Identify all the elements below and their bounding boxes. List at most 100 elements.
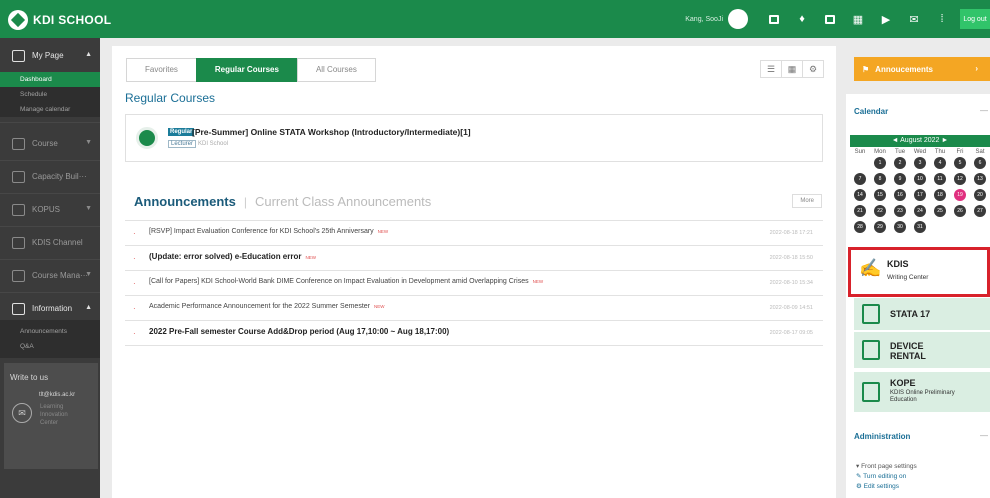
calendar-day[interactable]: 30 — [894, 221, 906, 233]
user-name[interactable]: Kang, SooJi — [685, 16, 723, 23]
logout-button[interactable]: Log out — [960, 9, 990, 29]
turn-editing-on-link[interactable]: ✎ Turn editing on — [856, 472, 906, 480]
announcement-title[interactable]: Academic Performance Announcement for th… — [149, 303, 385, 310]
calendar-month-nav[interactable]: ◄ August 2022 ► — [850, 135, 990, 147]
sidebar-subitem-announcements[interactable]: Announcements — [0, 324, 100, 339]
sidebar-item-course[interactable]: Course ▼ — [0, 128, 100, 159]
list-item[interactable]: · (Update: error solved) e-Education err… — [125, 246, 823, 271]
sidebar-item-my-page[interactable]: My Page ▲ — [0, 40, 100, 71]
bell-icon[interactable]: ♦ — [788, 0, 816, 38]
calendar-icon[interactable] — [760, 0, 788, 38]
grid-view-icon[interactable]: ▦ — [781, 60, 803, 78]
tab-announcements[interactable]: Announcements — [134, 194, 236, 209]
bullet-icon: · — [133, 254, 136, 263]
more-button[interactable]: More — [792, 194, 822, 208]
lecturer-name: KDI School — [198, 141, 229, 147]
video-icon[interactable]: ▶ — [872, 0, 900, 38]
calendar-day[interactable]: 3 — [914, 157, 926, 169]
sidebar-item-capacity-building[interactable]: Capacity Buil··· — [0, 161, 100, 192]
mail-icon[interactable]: ✉ — [900, 0, 928, 38]
calendar-day[interactable]: 10 — [914, 173, 926, 185]
device-rental-tile[interactable]: DEVICE RENTAL — [854, 332, 990, 368]
calendar-day[interactable]: 14 — [854, 189, 866, 201]
apps-grid-icon[interactable]: ⁞ — [928, 0, 956, 38]
sidebar-item-kdis-channel[interactable]: KDIS Channel — [0, 227, 100, 258]
list-item[interactable]: · [Call for Papers] KDI School-World Ban… — [125, 271, 823, 296]
book-icon[interactable]: ▦ — [844, 0, 872, 38]
calendar-day[interactable]: 25 — [934, 205, 946, 217]
tab-favorites[interactable]: Favorites — [126, 58, 197, 82]
calendar-day[interactable]: 6 — [974, 157, 986, 169]
calendar-day[interactable]: 9 — [894, 173, 906, 185]
announcement-title[interactable]: (Update: error solved) e-Education error… — [149, 252, 316, 261]
calendar-day[interactable]: 18 — [934, 189, 946, 201]
calendar-day[interactable]: 17 — [914, 189, 926, 201]
sidebar-item-kopus[interactable]: KOPUS ▼ — [0, 194, 100, 225]
calendar-day[interactable]: 28 — [854, 221, 866, 233]
turn-editing-on-label: Turn editing on — [863, 473, 907, 480]
calendar-day[interactable]: 13 — [974, 173, 986, 185]
announcement-date: 2022-08-18 17:21 — [769, 230, 813, 236]
calendar-grid: 1 2 3 4 5 6 7 8 9 10 11 12 13 14 15 16 17 18 19 20 21 22 23 24 2… — [850, 155, 990, 235]
sidebar-item-course-management[interactable]: Course Mana··· ▼ — [0, 260, 100, 291]
gear-icon[interactable]: ⚙ — [802, 60, 824, 78]
list-item[interactable]: · 2022 Pre-Fall semester Course Add&Drop… — [125, 321, 823, 346]
tab-current-class-announcements[interactable]: Current Class Announcements — [255, 194, 431, 209]
writing-center-card[interactable]: ✍ KDIS Writing Center — [848, 247, 990, 297]
calendar-day[interactable]: 16 — [894, 189, 906, 201]
sidebar-subitem-schedule[interactable]: Schedule — [0, 87, 100, 102]
calendar-day[interactable]: 22 — [874, 205, 886, 217]
calendar-day[interactable]: 29 — [874, 221, 886, 233]
tab-all-courses[interactable]: All Courses — [296, 58, 376, 82]
announcement-title[interactable]: [Call for Papers] KDI School-World Bank … — [149, 278, 543, 285]
front-page-settings[interactable]: ▾ Front page settings — [856, 462, 917, 470]
top-bar: KDI SCHOOL Kang, SooJi ♦ ▦ ▶ ✉ ⁞ Log out — [0, 0, 990, 38]
calendar-day[interactable]: 21 — [854, 205, 866, 217]
calendar-day[interactable]: 1 — [874, 157, 886, 169]
calendar-day[interactable]: 12 — [954, 173, 966, 185]
calendar-day[interactable]: 31 — [914, 221, 926, 233]
avatar[interactable] — [728, 9, 748, 29]
list-item[interactable]: · Academic Performance Announcement for … — [125, 296, 823, 321]
collapse-icon[interactable]: — — [980, 106, 988, 115]
calendar-day[interactable]: 24 — [914, 205, 926, 217]
write-to-us-email[interactable]: tlt@kdis.ac.kr — [39, 392, 75, 398]
calendar-day[interactable]: 20 — [974, 189, 986, 201]
calendar-day[interactable]: 26 — [954, 205, 966, 217]
kdi-school-logo[interactable]: KDI SCHOOL — [8, 10, 111, 30]
announcement-title[interactable]: [RSVP] Impact Evaluation Conference for … — [149, 228, 388, 235]
calendar-day[interactable]: 7 — [854, 173, 866, 185]
stata-tile[interactable]: STATA 17 — [854, 298, 990, 330]
calendar-day[interactable]: 27 — [974, 205, 986, 217]
calendar-day[interactable]: 2 — [894, 157, 906, 169]
sidebar-subitem-qa[interactable]: Q&A — [0, 339, 100, 354]
calendar-day[interactable]: 11 — [934, 173, 946, 185]
info-book-icon — [12, 302, 25, 315]
pen-icon: ✍ — [859, 258, 882, 278]
calendar-day[interactable]: 19 — [954, 189, 966, 201]
calendar-day[interactable]: 4 — [934, 157, 946, 169]
kope-icon — [862, 382, 880, 402]
edit-settings-link[interactable]: ⚙ Edit settings — [856, 482, 899, 490]
collapse-icon[interactable]: — — [980, 431, 988, 440]
kope-tile[interactable]: KOPE KDIS Online Preliminary Education — [854, 372, 990, 412]
course-name-link[interactable]: [Pre-Summer] Online STATA Workshop (Intr… — [192, 127, 471, 137]
calendar-day[interactable]: 15 — [874, 189, 886, 201]
sidebar-subitem-dashboard[interactable]: Dashboard — [0, 72, 100, 87]
course-card[interactable]: Regular [Pre-Summer] Online STATA Worksh… — [125, 114, 823, 162]
list-view-icon[interactable]: ☰ — [760, 60, 782, 78]
calendar-day[interactable]: 5 — [954, 157, 966, 169]
list-item[interactable]: · [RSVP] Impact Evaluation Conference fo… — [125, 221, 823, 246]
new-badge: NEW — [305, 255, 316, 260]
notice-icon[interactable] — [816, 0, 844, 38]
calendar-day[interactable]: 8 — [874, 173, 886, 185]
calendar-day[interactable]: 23 — [894, 205, 906, 217]
write-to-us-box[interactable]: Write to us tlt@kdis.ac.kr ✉ Learning In… — [4, 363, 98, 469]
announcement-title[interactable]: 2022 Pre-Fall semester Course Add&Drop p… — [149, 327, 449, 336]
logo-text: KDI SCHOOL — [33, 12, 112, 27]
announcements-button[interactable]: ⚑ Annoucements › — [854, 57, 990, 81]
tab-regular-courses[interactable]: Regular Courses — [195, 58, 298, 82]
announcements-header: Announcements | Current Class Announceme… — [134, 194, 431, 209]
sidebar-subitem-manage-calendar[interactable]: Manage calendar — [0, 102, 100, 117]
regular-badge: Regular — [168, 128, 195, 136]
